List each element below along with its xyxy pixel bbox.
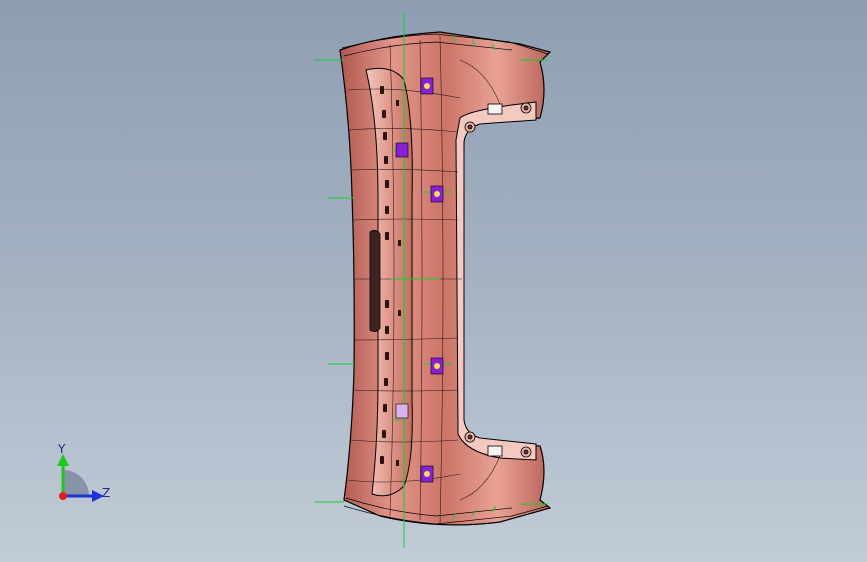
marker-lower: [395, 403, 409, 419]
z-axis-label: Z: [102, 486, 111, 500]
marker-upper: [395, 142, 409, 158]
y-axis-label: Y: [58, 442, 66, 456]
bumper-model[interactable]: [0, 0, 867, 562]
x-axis-origin: [59, 492, 67, 500]
right-flange: [455, 101, 537, 461]
axis-triad: [57, 454, 104, 502]
mounting-holes: [464, 102, 532, 458]
left-opening: [369, 230, 381, 332]
triad-quadrant: [63, 470, 89, 496]
3d-viewport[interactable]: Y Z: [0, 0, 867, 562]
